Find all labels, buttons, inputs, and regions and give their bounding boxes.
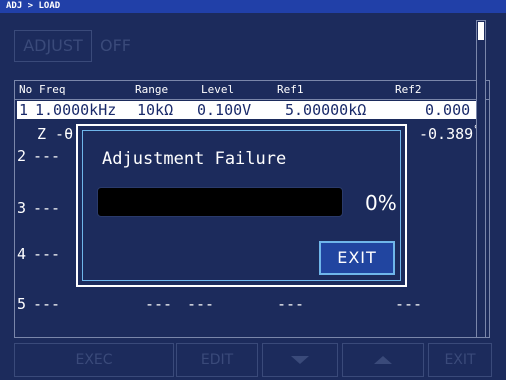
adjust-mode-button[interactable]: ADJUST (14, 30, 92, 62)
dialog-title: Adjustment Failure (102, 149, 287, 169)
table-row-selected[interactable]: 1 1.0000kHz 10kΩ 0.100V 5.00000kΩ 0.000 … (17, 99, 485, 119)
dialog-body: Adjustment Failure 0% EXIT (82, 130, 401, 281)
scrollbar[interactable] (476, 20, 486, 338)
header-ref1: Ref1 (277, 83, 304, 96)
row-freq: --- (33, 199, 61, 217)
triangle-up-icon (374, 356, 392, 364)
row-level: --- (187, 295, 215, 313)
triangle-down-icon (291, 356, 309, 364)
scroll-down-button[interactable] (262, 343, 338, 377)
adjustment-failure-dialog: Adjustment Failure 0% EXIT (76, 124, 407, 287)
edit-button[interactable]: EDIT (176, 343, 258, 377)
table-header: No Freq Range Level Ref1 Ref2 (15, 81, 489, 100)
header-level: Level (201, 83, 235, 96)
row-ref1: 5.00000kΩ (285, 101, 367, 119)
row-ref2: --- (395, 295, 423, 313)
row-no: 5 (17, 295, 27, 313)
row-freq: --- (33, 295, 61, 313)
scroll-up-button[interactable] (342, 343, 424, 377)
progress-bar (97, 187, 343, 217)
header-freq: Freq (39, 83, 66, 96)
scrollbar-thumb[interactable] (478, 22, 484, 40)
row-param: Z -θ (37, 125, 74, 143)
row-no: 4 (17, 245, 27, 263)
row-ref2-phase: -0.389 (419, 125, 474, 143)
header-no: No (19, 83, 33, 96)
row-level: 0.100V (197, 101, 252, 119)
header-ref2: Ref2 (395, 83, 422, 96)
adjust-mode-state: OFF (100, 36, 131, 55)
row-range: --- (145, 295, 173, 313)
exit-button[interactable]: EXIT (428, 343, 492, 377)
progress-percent: 0% (365, 191, 397, 215)
row-no: 1 (19, 101, 29, 119)
header-range: Range (135, 83, 169, 96)
row-freq: --- (33, 147, 61, 165)
row-no: 3 (17, 199, 27, 217)
breadcrumb: ADJ > LOAD (0, 0, 506, 13)
row-range: 10kΩ (137, 101, 174, 119)
row-ref1: --- (277, 295, 305, 313)
row-freq: 1.0000kHz (35, 101, 117, 119)
exec-button[interactable]: EXEC (14, 343, 174, 377)
dialog-exit-button[interactable]: EXIT (319, 241, 395, 275)
row-freq: --- (33, 245, 61, 263)
row-no: 2 (17, 147, 27, 165)
row-ref2: 0.000 (425, 101, 471, 119)
